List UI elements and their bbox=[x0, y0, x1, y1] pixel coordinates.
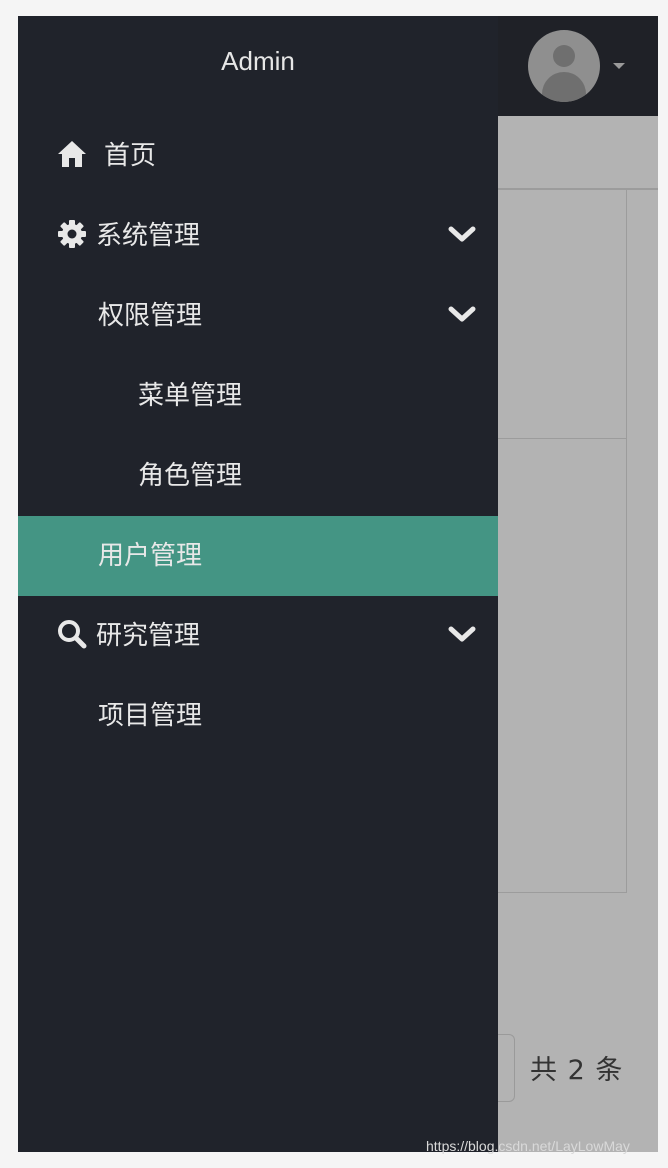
sidebar-item-projects[interactable]: 项目管理 bbox=[18, 676, 498, 756]
top-navbar bbox=[498, 16, 658, 116]
chevron-down-icon bbox=[448, 226, 476, 242]
chevron-down-icon bbox=[448, 626, 476, 642]
sidebar-item-label: 权限管理 bbox=[98, 301, 203, 331]
sidebar-item-label: 用户管理 bbox=[98, 541, 203, 571]
sidebar: Admin 首页 系统管理 权限管理 菜单管理 角色管理 用户管理 研究管理 项… bbox=[18, 16, 498, 1152]
sidebar-title: Admin bbox=[221, 46, 295, 76]
sidebar-item-label: 角色管理 bbox=[138, 461, 243, 491]
app-frame: 共 2 条 Admin 首页 系统管理 权限管理 菜单管理 角色管理 用户管理 … bbox=[18, 16, 658, 1152]
table-border-bottom bbox=[498, 892, 627, 893]
chevron-down-icon bbox=[448, 306, 476, 322]
gear-icon bbox=[58, 220, 86, 248]
avatar-head-shape bbox=[553, 45, 575, 67]
sidebar-item-label: 项目管理 bbox=[98, 701, 203, 731]
pagination-total: 共 2 条 bbox=[530, 1055, 624, 1086]
avatar-body-shape bbox=[542, 72, 586, 102]
sidebar-item-label: 首页 bbox=[104, 141, 157, 171]
watermark-text: https://blog.csdn.net/LayLowMay bbox=[426, 1138, 630, 1154]
table-row-divider bbox=[498, 438, 626, 439]
sidebar-item-users[interactable]: 用户管理 bbox=[18, 516, 498, 596]
search-icon bbox=[58, 620, 87, 649]
user-avatar[interactable] bbox=[528, 30, 600, 102]
sidebar-item-label: 系统管理 bbox=[96, 221, 201, 251]
sidebar-item-label: 菜单管理 bbox=[138, 381, 243, 411]
sidebar-item-research[interactable]: 研究管理 bbox=[18, 596, 498, 676]
home-icon bbox=[58, 141, 86, 167]
sidebar-item-home[interactable]: 首页 bbox=[18, 116, 498, 196]
content-divider bbox=[498, 188, 658, 190]
table-border-right bbox=[626, 190, 627, 892]
sidebar-item-system[interactable]: 系统管理 bbox=[18, 196, 498, 276]
caret-down-icon[interactable] bbox=[613, 63, 625, 69]
page-size-select[interactable] bbox=[498, 1034, 515, 1102]
sidebar-item-roles[interactable]: 角色管理 bbox=[18, 436, 498, 516]
sidebar-item-menus[interactable]: 菜单管理 bbox=[18, 356, 498, 436]
sidebar-item-permissions[interactable]: 权限管理 bbox=[18, 276, 498, 356]
sidebar-item-label: 研究管理 bbox=[96, 621, 201, 651]
